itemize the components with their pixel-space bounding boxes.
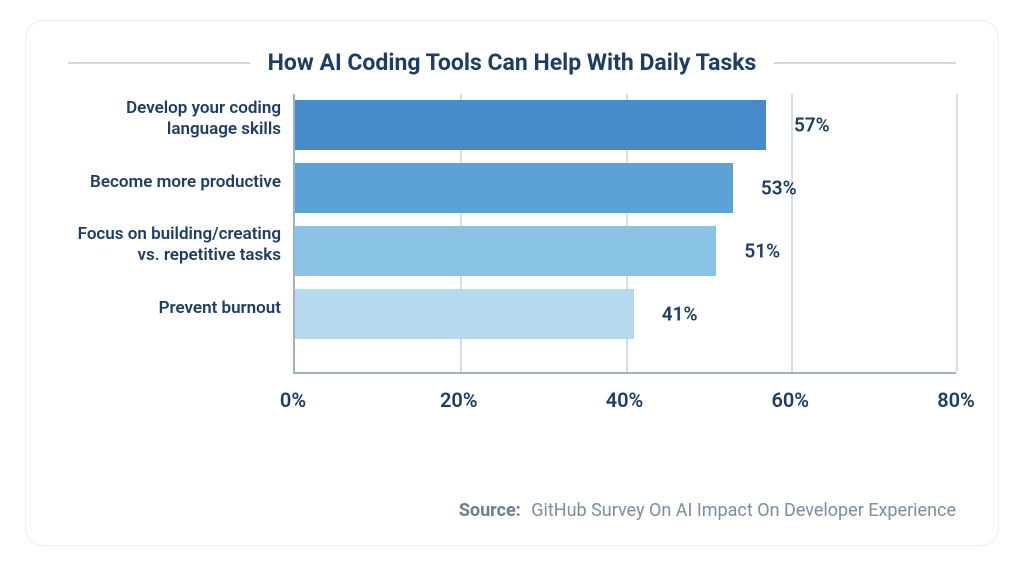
- y-label-0: Develop your coding language skills: [68, 98, 281, 141]
- bar-row-1: 53%: [295, 163, 956, 213]
- gridline-80: [956, 94, 958, 372]
- bar-row-2: 51%: [295, 226, 956, 276]
- xtick-80: 80%: [937, 388, 975, 412]
- bar-label-1: 53%: [761, 177, 797, 200]
- y-label-3: Prevent burnout: [68, 298, 281, 319]
- chart-card: How AI Coding Tools Can Help With Daily …: [25, 20, 999, 546]
- title-row: How AI Coding Tools Can Help With Daily …: [26, 21, 998, 76]
- bar-row-0: 57%: [295, 100, 956, 150]
- y-label-1: Become more productive: [68, 172, 281, 193]
- bar-1: 53%: [295, 163, 733, 213]
- bar-row-3: 41%: [295, 289, 956, 339]
- chart-title: How AI Coding Tools Can Help With Daily …: [268, 49, 757, 76]
- chart-wrap: Develop your coding language skills Beco…: [26, 94, 998, 408]
- bar-2: 51%: [295, 226, 716, 276]
- bar-3: 41%: [295, 289, 634, 339]
- bar-0: 57%: [295, 100, 766, 150]
- xtick-40: 40%: [606, 388, 644, 412]
- plot-area: 57% 53% 51% 41%: [293, 94, 956, 374]
- source-row: Source: GitHub Survey On AI Impact On De…: [459, 500, 956, 521]
- bar-label-0: 57%: [794, 114, 830, 137]
- source-text: GitHub Survey On AI Impact On Developer …: [531, 500, 956, 521]
- xtick-20: 20%: [440, 388, 478, 412]
- title-rule-left: [68, 62, 250, 64]
- xtick-60: 60%: [771, 388, 809, 412]
- x-axis: 0% 20% 40% 60% 80%: [293, 374, 956, 408]
- plot: Develop your coding language skills Beco…: [68, 94, 956, 374]
- y-label-2: Focus on building/creating vs. repetitiv…: [68, 224, 281, 267]
- title-rule-right: [774, 62, 956, 64]
- bar-label-2: 51%: [744, 240, 780, 263]
- y-axis-labels: Develop your coding language skills Beco…: [68, 94, 293, 374]
- bar-label-3: 41%: [662, 303, 698, 326]
- source-label: Source:: [459, 500, 521, 521]
- xtick-0: 0%: [280, 388, 306, 412]
